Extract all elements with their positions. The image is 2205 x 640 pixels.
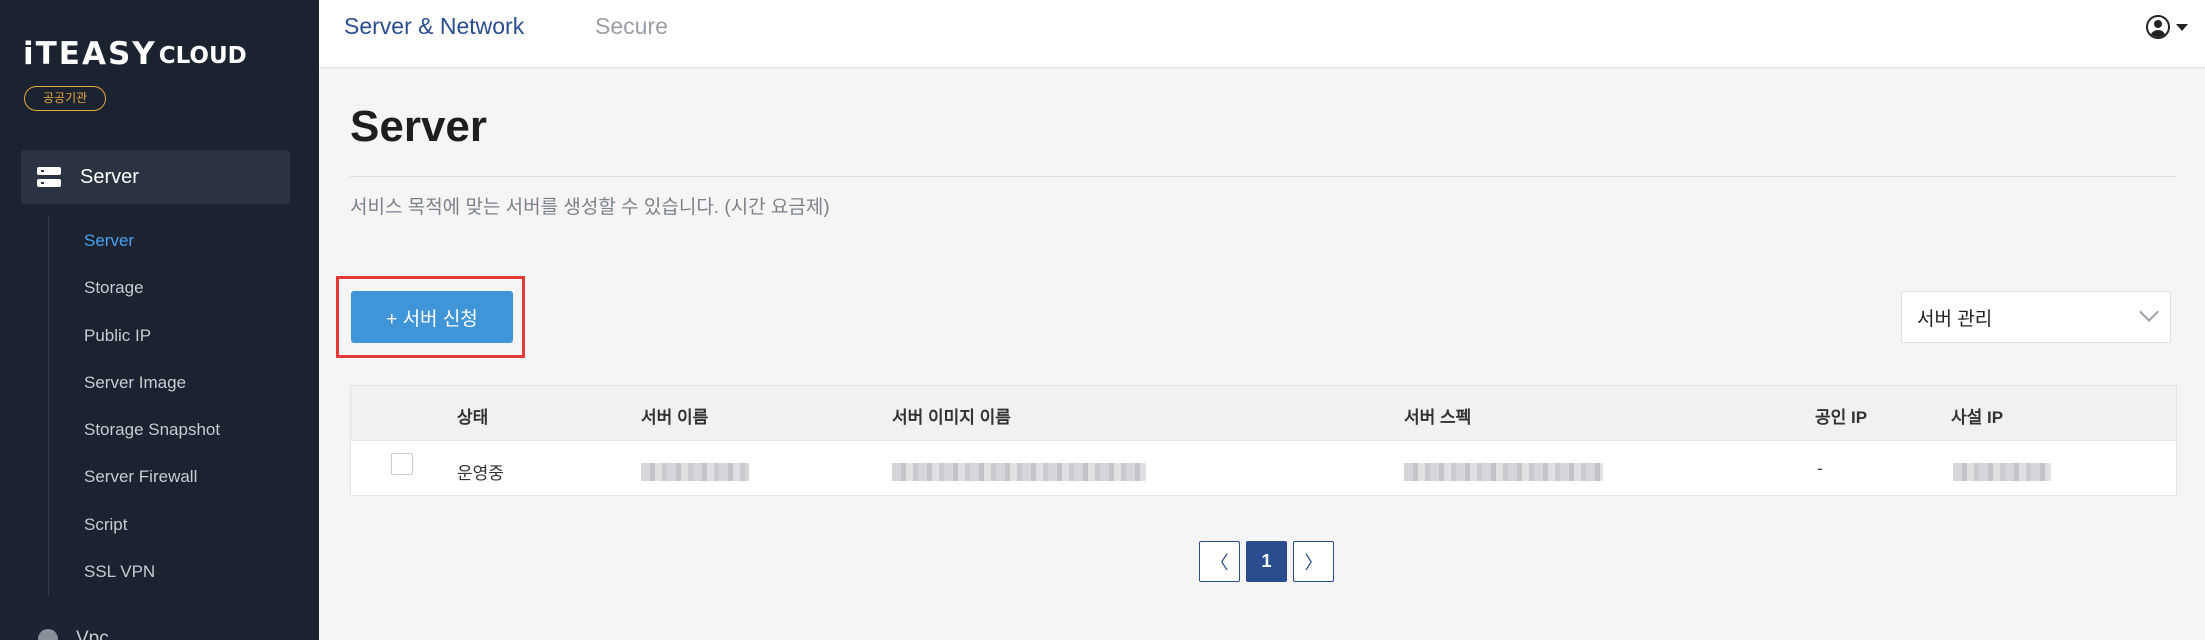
cell-status: 운영중 xyxy=(457,464,504,483)
table-row[interactable]: 운영중 - xyxy=(351,441,2176,496)
sidebar-item-storage[interactable]: Storage xyxy=(84,273,220,320)
col-server-name: 서버 이름 xyxy=(641,408,709,427)
title-divider xyxy=(350,176,2177,177)
col-image-name: 서버 이미지 이름 xyxy=(892,408,1011,427)
sidebar-item-public-ip[interactable]: Public IP xyxy=(84,321,220,368)
logo-sub-text: CLOUD xyxy=(158,43,247,69)
sidebar-section-vpc[interactable]: Vpc xyxy=(38,628,109,640)
sidebar-item-server-firewall[interactable]: Server Firewall xyxy=(84,462,220,509)
public-agency-badge: 공공기관 xyxy=(24,86,107,111)
sidebar-item-server-image[interactable]: Server Image xyxy=(84,368,220,415)
sidebar-item-script[interactable]: Script xyxy=(84,510,220,557)
pagination: 〈 1 〉 xyxy=(1199,541,1334,582)
sidebar-item-ssl-vpn[interactable]: SSL VPN xyxy=(84,557,220,604)
server-manage-select[interactable]: 서버 관리 xyxy=(1901,291,2171,343)
cell-server-name-redacted xyxy=(641,463,749,481)
user-avatar-icon xyxy=(2146,15,2170,39)
create-server-button[interactable]: + 서버 신청 xyxy=(351,291,513,343)
page-1-button[interactable]: 1 xyxy=(1246,541,1287,582)
tab-server-network[interactable]: Server & Network xyxy=(344,13,524,40)
page-description: 서비스 목적에 맞는 서버를 생성할 수 있습니다. (시간 요금제) xyxy=(350,197,830,218)
top-header: Server & Network Secure xyxy=(319,0,2205,68)
sidebar-section-vpc-label: Vpc xyxy=(76,628,109,640)
page-title: Server xyxy=(350,102,488,151)
col-status: 상태 xyxy=(457,408,489,427)
sidebar-item-server[interactable]: Server xyxy=(84,226,220,273)
logo-main-text: iTEASY xyxy=(23,36,157,72)
cell-private-ip-redacted xyxy=(1953,463,2051,481)
sidebar-section-server[interactable]: Server xyxy=(21,150,290,204)
vpc-icon xyxy=(38,629,58,640)
row-checkbox[interactable] xyxy=(391,453,413,475)
server-table: 상태 서버 이름 서버 이미지 이름 서버 스펙 공인 IP 사설 IP 운영중… xyxy=(350,385,2177,496)
server-manage-select-value: 서버 관리 xyxy=(1917,308,1993,330)
col-public-ip: 공인 IP xyxy=(1815,408,1868,427)
prev-page-button[interactable]: 〈 xyxy=(1199,541,1240,582)
sidebar-section-label: Server xyxy=(80,165,139,188)
create-server-button-label: + 서버 신청 xyxy=(386,308,478,330)
sidebar-item-storage-snapshot[interactable]: Storage Snapshot xyxy=(84,415,220,462)
sidebar: iTEASY CLOUD 공공기관 Server Server Storage … xyxy=(0,0,319,640)
cell-public-ip: - xyxy=(1817,459,1823,478)
col-server-spec: 서버 스펙 xyxy=(1404,408,1472,427)
server-icon xyxy=(37,167,61,187)
caret-down-icon xyxy=(2176,23,2188,31)
logo[interactable]: iTEASY CLOUD xyxy=(23,37,247,71)
chevron-down-icon xyxy=(2139,302,2159,322)
tab-secure[interactable]: Secure xyxy=(595,13,668,40)
next-page-button[interactable]: 〉 xyxy=(1293,541,1334,582)
table-header: 상태 서버 이름 서버 이미지 이름 서버 스펙 공인 IP 사설 IP xyxy=(351,386,2176,441)
cell-server-spec-redacted xyxy=(1404,463,1603,481)
sidebar-subnav: Server Storage Public IP Server Image St… xyxy=(84,226,220,604)
col-private-ip: 사설 IP xyxy=(1951,408,2004,427)
subnav-divider xyxy=(48,216,49,596)
user-menu[interactable] xyxy=(2146,15,2188,39)
cell-image-name-redacted xyxy=(892,463,1146,481)
